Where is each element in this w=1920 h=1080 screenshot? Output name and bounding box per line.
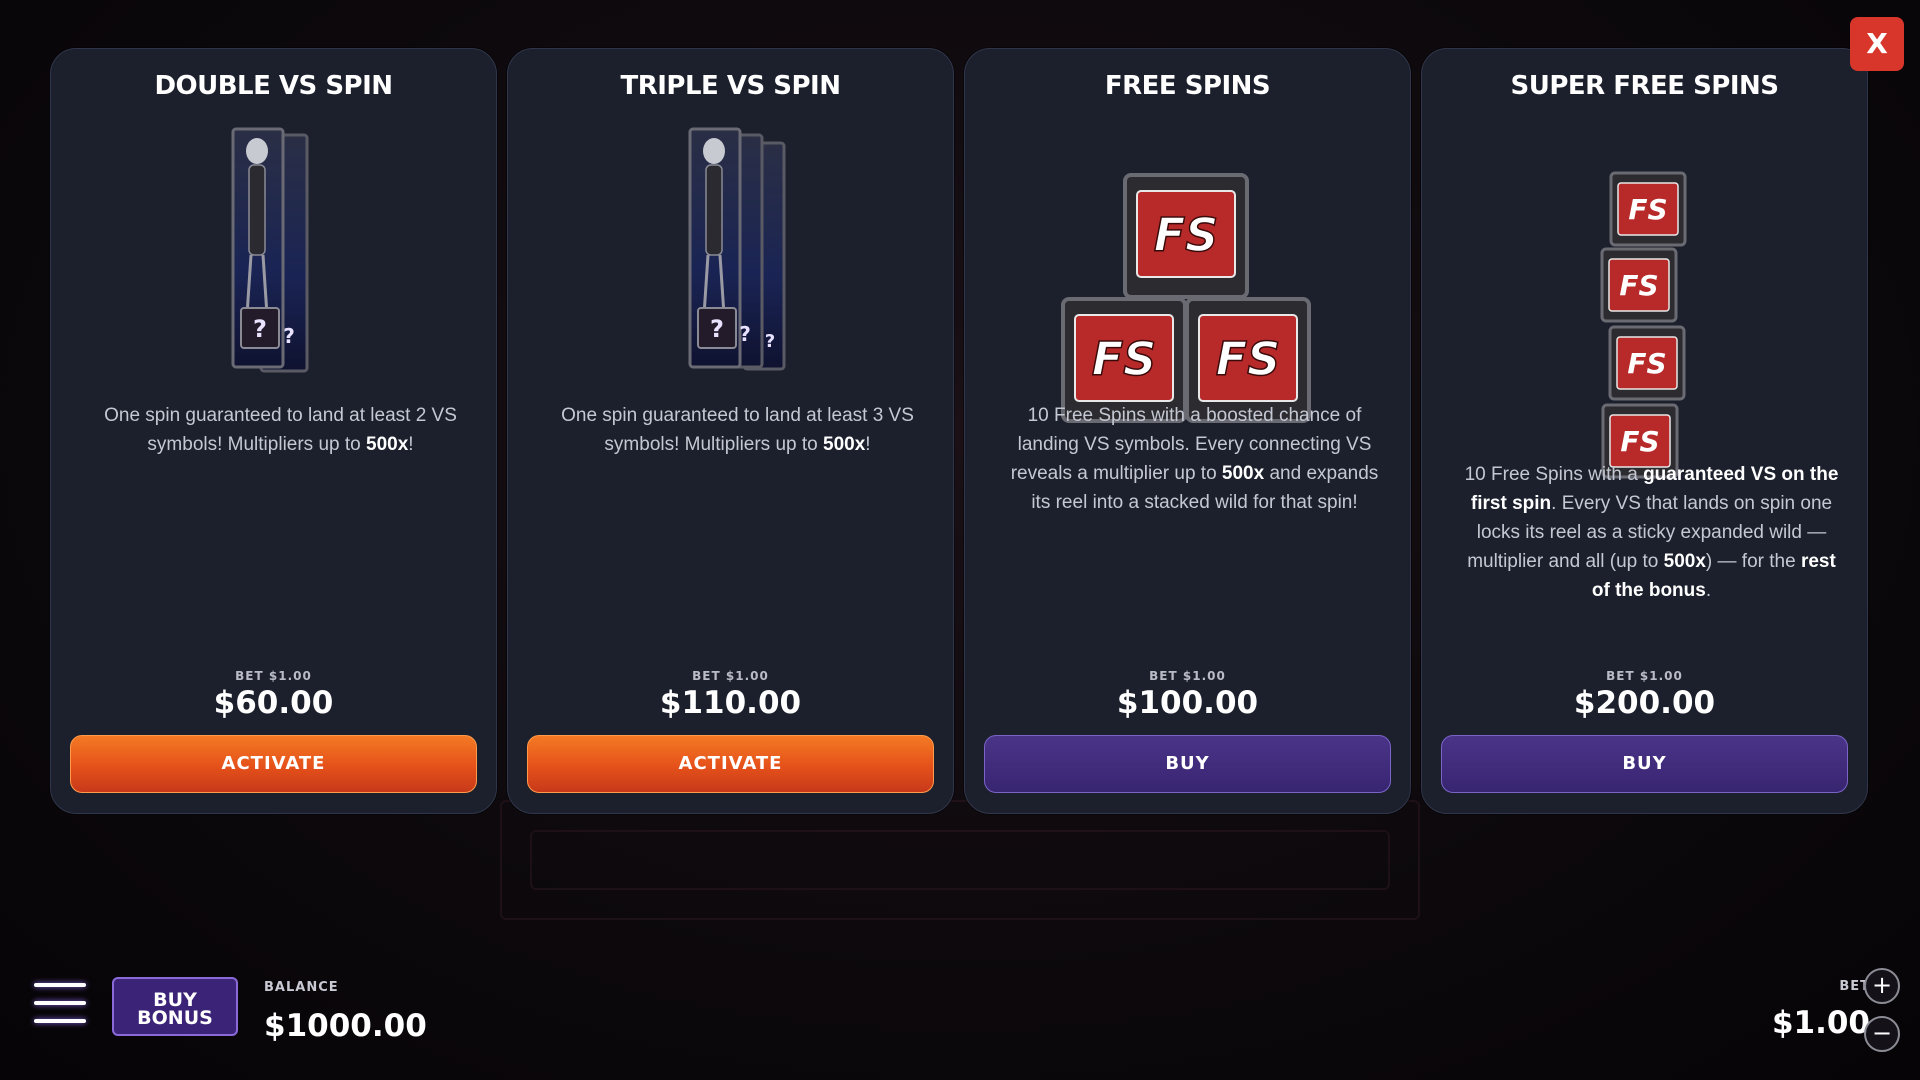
- svg-text:?: ?: [739, 322, 751, 346]
- minus-icon[interactable]: −: [1864, 1016, 1900, 1052]
- bonus-card-super-free-spins: SUPER FREE SPINS FS FS FS FS 10 Free Spi…: [1421, 48, 1868, 814]
- super-free-spins-art: FS FS FS FS: [1422, 125, 1867, 485]
- svg-text:?: ?: [283, 324, 295, 348]
- skeleton-reel-icon: ? ? ?: [688, 127, 786, 371]
- bet-label: BET $1.00: [692, 669, 769, 683]
- buy-bonus-label-2: BONUS: [137, 1007, 213, 1029]
- free-spins-scatter-icon: FS FS FS: [1061, 173, 1311, 423]
- bonus-card-triple-vs-spin: TRIPLE VS SPIN ? ? ? One spin guaranteed…: [507, 48, 954, 814]
- buy-bonus-button[interactable]: BUY BONUS: [112, 977, 238, 1036]
- svg-text:FS: FS: [1619, 269, 1658, 302]
- card-description: One spin guaranteed to land at least 2 V…: [104, 405, 457, 455]
- buy-button[interactable]: BUY: [1441, 735, 1848, 793]
- balance-value: $1000.00: [264, 1008, 427, 1044]
- activate-button[interactable]: ACTIVATE: [527, 735, 934, 793]
- background-slot-frame-inner: [530, 830, 1390, 890]
- menu-icon[interactable]: [34, 983, 86, 1027]
- svg-text:FS: FS: [1154, 208, 1219, 262]
- svg-text:FS: FS: [1620, 425, 1659, 458]
- triple-vs-art: ? ? ?: [508, 125, 953, 425]
- free-spins-scatter-icon: FS FS FS FS: [1600, 171, 1687, 479]
- svg-text:FS: FS: [1627, 347, 1666, 380]
- buy-button[interactable]: BUY: [984, 735, 1391, 793]
- price: $200.00: [1573, 685, 1716, 721]
- svg-text:?: ?: [765, 331, 775, 352]
- close-button[interactable]: X: [1850, 17, 1904, 71]
- bet-label: BET $1.00: [1606, 669, 1683, 683]
- svg-text:?: ?: [710, 315, 724, 343]
- price: $60.00: [213, 685, 334, 721]
- double-vs-art: ? ?: [51, 125, 496, 425]
- close-icon: X: [1866, 27, 1888, 60]
- card-description: 10 Free Spins with a guaranteed VS on th…: [1464, 464, 1839, 601]
- card-title: TRIPLE VS SPIN: [620, 71, 841, 101]
- menu-bar: [34, 983, 86, 987]
- bet-label: BET $1.00: [235, 669, 312, 683]
- skeleton-reel-icon: ? ?: [231, 127, 309, 373]
- bet-label: BET: [1839, 979, 1870, 994]
- svg-text:FS: FS: [1092, 332, 1157, 386]
- price: $110.00: [659, 685, 802, 721]
- bet-label: BET $1.00: [1149, 669, 1226, 683]
- card-description: 10 Free Spins with a boosted chance of l…: [1010, 405, 1379, 513]
- card-title: FREE SPINS: [1104, 71, 1271, 101]
- bonus-cards: DOUBLE VS SPIN ? ? One spin guaranteed t…: [50, 48, 1870, 814]
- bonus-card-double-vs-spin: DOUBLE VS SPIN ? ? One spin guaranteed t…: [50, 48, 497, 814]
- bonus-card-free-spins: FREE SPINS FS FS FS 10 Free Spins with a…: [964, 48, 1411, 814]
- svg-text:FS: FS: [1628, 193, 1667, 226]
- menu-bar: [34, 1019, 86, 1023]
- free-spins-art: FS FS FS: [965, 125, 1410, 425]
- plus-icon[interactable]: +: [1864, 968, 1900, 1004]
- svg-text:FS: FS: [1216, 332, 1281, 386]
- card-title: SUPER FREE SPINS: [1510, 71, 1779, 101]
- card-title: DOUBLE VS SPIN: [154, 71, 393, 101]
- bet-value: $1.00: [1771, 1005, 1870, 1041]
- card-description: One spin guaranteed to land at least 3 V…: [561, 405, 914, 455]
- activate-button[interactable]: ACTIVATE: [70, 735, 477, 793]
- svg-text:?: ?: [253, 315, 267, 343]
- balance-label: BALANCE: [264, 980, 339, 995]
- menu-bar: [34, 1001, 86, 1005]
- price: $100.00: [1116, 685, 1259, 721]
